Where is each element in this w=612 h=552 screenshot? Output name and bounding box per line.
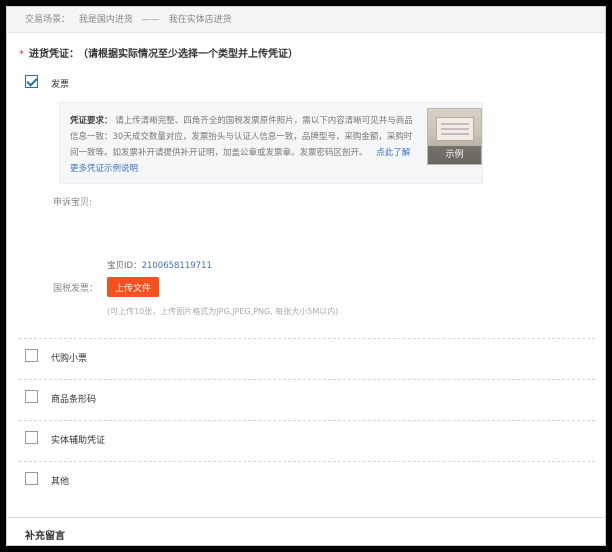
required-mark: * <box>19 49 24 60</box>
item-id-label: 宝贝ID： <box>107 261 142 271</box>
item-id: 宝贝ID：2100658119711 <box>107 259 212 271</box>
scene-label: 交易场景： <box>25 15 71 25</box>
example-tag: 示例 <box>428 146 481 164</box>
option-checkbox-purchase-receipt[interactable] <box>25 349 38 362</box>
section-title-text: 进货凭证： <box>29 49 79 60</box>
supplement-title: 补充留言 <box>25 531 65 542</box>
divider <box>19 338 595 339</box>
requirement-label: 凭证要求： <box>70 116 113 126</box>
example-image[interactable]: 示例 <box>427 108 482 165</box>
upload-hint: (可上传10张，上传图片格式为JPG,JPEG,PNG, 每张大小5M以内) <box>107 307 339 316</box>
divider <box>19 379 595 380</box>
divider <box>19 461 595 462</box>
option-label-barcode: 商品条形码 <box>51 395 97 405</box>
appeal-form: 交易场景： 我是国内进货 —— 我在实体店进货 * 进货凭证： （请根据实际情况至少… <box>6 6 606 546</box>
divider <box>19 420 595 421</box>
scene-subvalue: 我在实体店进货 <box>168 15 232 25</box>
section-title: * 进货凭证： （请根据实际情况至少选择一个类型并上传凭证） <box>19 45 298 60</box>
scene-separator: —— <box>141 15 160 25</box>
option-label-store-proof: 实体辅助凭证 <box>51 436 106 446</box>
option-checkbox-store-proof[interactable] <box>25 431 38 444</box>
bottom-separator <box>7 517 605 518</box>
item-id-value[interactable]: 2100658119711 <box>142 261 212 271</box>
option-label-purchase-receipt: 代购小票 <box>51 354 88 364</box>
upload-file-button[interactable]: 上传文件 <box>107 277 159 297</box>
requirement-body: 请上传清晰完整、四角齐全的国税发票原件照片，需以下内容清晰可见并与商品信息一致：… <box>70 116 413 158</box>
scene-bar: 交易场景： 我是国内进货 —— 我在实体店进货 <box>7 7 605 33</box>
requirement-text: 凭证要求： 请上传清晰完整、四角齐全的国税发票原件照片，需以下内容清晰可见并与商… <box>70 113 418 177</box>
invoice-document-icon <box>436 117 474 141</box>
scene-value: 我是国内进货 <box>78 15 133 25</box>
tax-invoice-label: 国税发票： <box>53 284 99 294</box>
option-checkbox-other[interactable] <box>25 472 38 485</box>
requirement-box: 凭证要求： 请上传清晰完整、四角齐全的国税发票原件照片，需以下内容清晰可见并与商… <box>59 102 483 184</box>
option-checkbox-barcode[interactable] <box>25 390 38 403</box>
appeal-item-label: 申诉宝贝: <box>53 198 93 208</box>
invoice-checkbox[interactable] <box>25 75 38 88</box>
option-label-other: 其他 <box>51 477 70 487</box>
invoice-label: 发票 <box>51 80 70 90</box>
section-hint: （请根据实际情况至少选择一个类型并上传凭证） <box>83 49 298 60</box>
